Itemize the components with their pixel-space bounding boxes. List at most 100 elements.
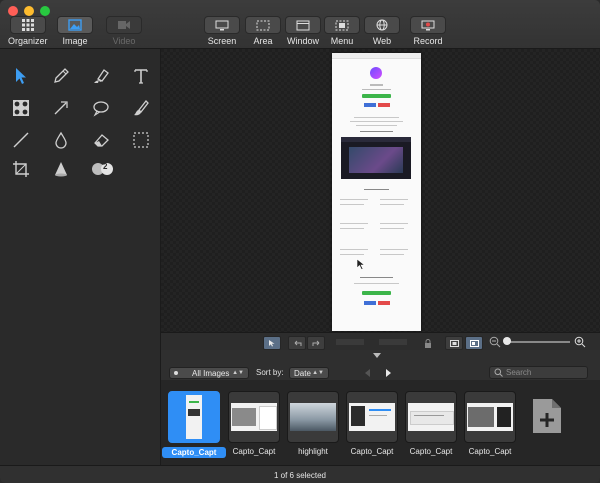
menu-capture-button[interactable]: Menu [324,16,360,46]
doc-text-line [354,117,399,118]
actual-size-button[interactable] [465,336,483,350]
lock-icon [425,338,431,348]
step-counter-icon[interactable]: 2 [89,157,119,181]
thumbnail-caption: Capto_Capt [232,447,276,456]
blur-icon[interactable] [9,96,33,120]
drop-icon[interactable] [49,128,73,152]
redo-button[interactable] [307,336,325,350]
thumbnail-caption: Capto_Capt [468,447,512,456]
sort-label: Sort by: [256,368,284,377]
area-icon [245,16,281,34]
doc-feature-line [380,223,408,224]
undo-button[interactable] [288,336,306,350]
doc-blue-button [364,103,376,107]
area-label: Area [253,36,273,46]
doc-blue-button [364,301,376,305]
filter-dot-icon [174,371,178,375]
thumbnail-preview [408,403,454,431]
status-bar: 1 of 6 selected [0,465,600,483]
doc-feature-line [340,249,368,250]
thumbnail-item[interactable]: highlight [287,391,339,456]
align-buttons[interactable] [379,339,407,345]
window-capture-button[interactable]: Window [285,16,321,46]
annotation-tools-panel: 2 [0,49,161,465]
speech-bubble-icon[interactable] [89,96,113,120]
zoom-window-button[interactable] [40,6,50,16]
arrange-buttons[interactable] [336,339,364,345]
select-mode-button[interactable] [263,336,281,350]
thumbnail-item[interactable]: Capto_Capt [405,391,457,456]
search-placeholder: Search [506,368,532,377]
thumbnail-preview [349,403,395,431]
redo-icon [312,340,319,346]
text-icon[interactable] [129,64,153,88]
doc-header [332,53,421,59]
sort-select[interactable]: Date ▲▼ [289,367,329,379]
capto-window: Organizer Image Video Screen Area Window… [0,0,600,483]
selection-status: 1 of 6 selected [273,470,327,480]
web-capture-button[interactable]: Web [364,16,400,46]
line-icon[interactable] [9,128,33,152]
thumbnail-preview [467,403,513,431]
cone-icon[interactable] [49,157,73,181]
thumbnail-item[interactable]: Capto_Capt [162,391,226,458]
video-button[interactable]: Video [106,16,142,46]
doc-section-title [360,277,393,278]
select-arrows-icon: ▲▼ [232,370,244,376]
image-button[interactable]: Image [57,16,93,46]
doc-feature-line [380,254,404,255]
lock-button[interactable] [419,336,437,350]
video-camera-icon [106,16,142,34]
zoom-slider-track[interactable] [506,341,570,343]
doc-subtitle-line [362,89,391,90]
filter-select[interactable]: All Images ▲▼ [169,367,249,379]
fit-view-button[interactable] [445,336,463,350]
undo-icon [294,340,301,346]
doc-text-line [356,125,397,126]
doc-title-line [370,84,383,86]
main-toolbar: Organizer Image Video Screen Area Window… [0,0,600,49]
organizer-button[interactable]: Organizer [8,16,48,46]
doc-feature-line [380,204,404,205]
record-button[interactable]: Record [410,16,446,46]
eraser-icon[interactable] [89,128,113,152]
search-icon [494,368,503,377]
minimize-window-button[interactable] [24,6,34,16]
collapse-chevron-icon[interactable] [372,352,382,359]
thumbnail-strip: Capto_Capt Capto_Capt highlight Capto_Ca… [161,380,600,465]
zoom-out-icon[interactable] [489,336,501,348]
captured-webpage-image[interactable] [332,53,421,331]
doc-section-title [364,189,389,190]
highlighter-icon[interactable] [89,64,113,88]
doc-feature-line [380,249,408,250]
area-capture-button[interactable]: Area [245,16,281,46]
thumbnail-caption: Capto_Capt [409,447,453,456]
actual-size-icon [469,339,479,347]
zoom-in-icon[interactable] [574,336,586,348]
brush-icon[interactable] [129,96,153,120]
arrow-icon[interactable] [49,96,73,120]
thumbnail-item[interactable]: Capto_Capt [346,391,398,456]
image-icon [57,16,93,34]
thumbnail-caption: Capto_Capt [350,447,394,456]
doc-feature-line [340,199,368,200]
image-canvas[interactable] [161,49,600,332]
thumbnail-nav-arrows[interactable] [363,367,393,379]
zoom-slider-knob[interactable] [503,337,511,345]
search-input[interactable]: Search [489,366,588,379]
crop-icon[interactable] [9,157,33,181]
thumbnail-frame [168,391,220,443]
doc-red-button [378,301,390,305]
arrow-select-icon[interactable] [9,64,33,88]
doc-text-line [354,283,399,284]
pen-icon[interactable] [49,64,73,88]
thumbnail-item[interactable]: Capto_Capt [228,391,280,456]
thumbnail-frame [405,391,457,443]
close-window-button[interactable] [8,6,18,16]
selection-rect-icon[interactable] [129,128,153,152]
menu-icon [324,16,360,34]
screen-icon [204,16,240,34]
thumbnail-item[interactable]: Capto_Capt [464,391,516,456]
add-document-button[interactable] [532,398,562,434]
screen-capture-button[interactable]: Screen [204,16,240,46]
